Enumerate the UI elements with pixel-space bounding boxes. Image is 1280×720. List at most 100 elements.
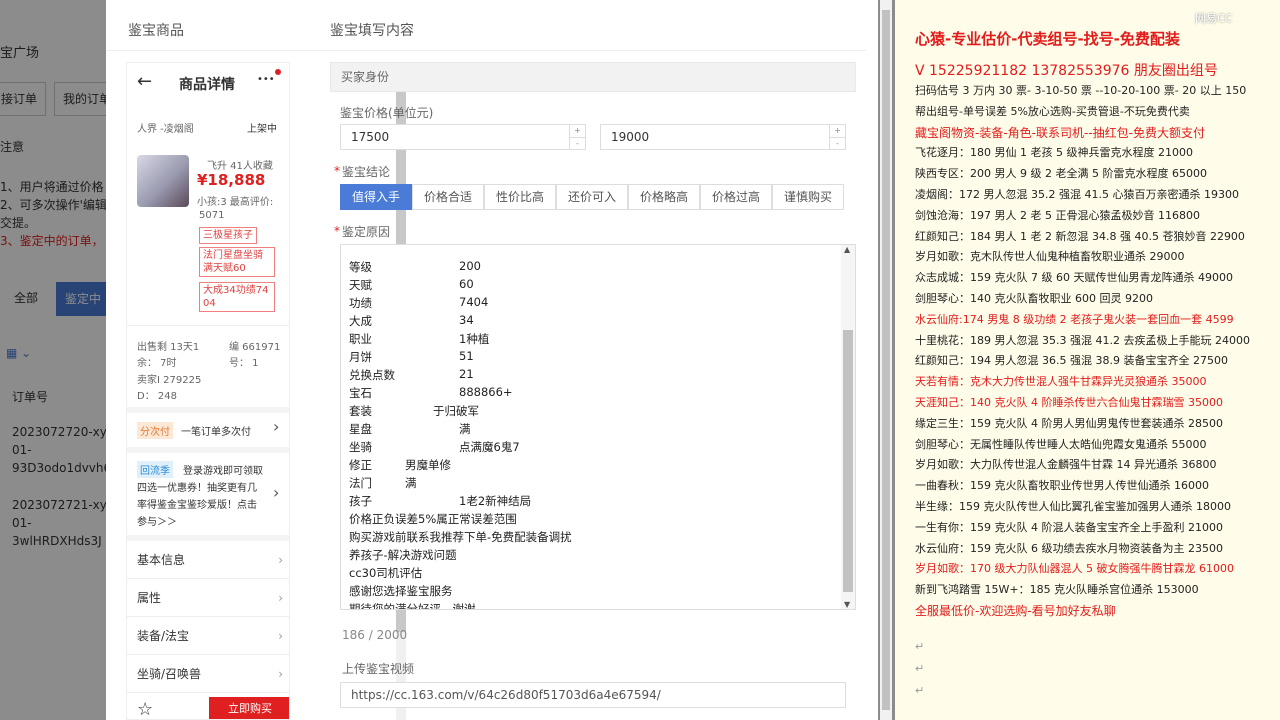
conclusion-option[interactable]: 价格过高	[700, 184, 772, 210]
watermark-logo: 网易CC	[1195, 12, 1233, 25]
reason-text-line: 价格正负误差5%属正常误差范围	[349, 512, 517, 526]
increment-icon[interactable]: +	[829, 125, 845, 137]
reason-value: 1老2新神结局	[459, 494, 532, 508]
sidebar-listing-line: 一生有你：159 克火队 4 阶混人装备宝宝齐全上手盈利 21000	[915, 520, 1223, 534]
price-max-value: 19000	[611, 130, 650, 144]
page-scrollbar-thumb[interactable]	[882, 10, 890, 710]
video-label: 上传鉴宝视频	[342, 662, 415, 676]
decrement-icon[interactable]: -	[569, 137, 585, 149]
reason-key: 星盘	[349, 422, 372, 436]
promo-text: 四选一优惠券！抽奖更有几	[137, 483, 257, 494]
phone-page-title: 商品详情	[179, 77, 235, 93]
back-icon[interactable]: ←	[137, 71, 152, 92]
reason-text-line: cc30司机评估	[349, 566, 423, 580]
reason-value: 满	[405, 476, 417, 490]
menu-basic-info[interactable]: 基本信息 ›	[127, 541, 289, 579]
section-buyer-identity: 买家身份	[330, 62, 856, 92]
conclusion-option-worth-buying[interactable]: 值得入手	[340, 184, 412, 210]
reason-key: 大成	[349, 314, 372, 328]
feature-tag-text: 法门星盘坐骑	[203, 250, 263, 261]
seller-id: D： 248	[137, 391, 177, 402]
menu-mounts-pets[interactable]: 坐骑/召唤兽 ›	[127, 655, 289, 693]
sub-info-value: 5071	[199, 210, 225, 221]
reason-value: 21	[459, 367, 474, 381]
spacer	[127, 447, 289, 453]
feature-tag-text: 满天赋60	[203, 263, 246, 274]
reason-text-line: 期待您的满分好评，谢谢	[349, 602, 476, 610]
sidebar-listing-line: 凌烟阁：172 男人忽混 35.2 强混 41.5 心猿百万亲密通杀 19300	[915, 188, 1239, 201]
increment-icon[interactable]: +	[569, 125, 585, 137]
sidebar-listing-line: 新到飞鸿踏雪 15W+：185 克火队睡杀宫位通杀 153000	[915, 583, 1199, 597]
character-avatar	[137, 155, 189, 207]
left-panel-title: 鉴宝商品	[128, 23, 184, 39]
conclusion-option[interactable]: 谨慎购买	[772, 184, 844, 210]
sidebar-listing-line: 水云仙府:174 男鬼 8 级功绩 2 老孩子鬼火装一套回血一套 4599	[915, 312, 1234, 326]
chevron-right-icon: ›	[278, 591, 283, 605]
installment-badge: 分次付	[137, 422, 173, 439]
reason-value: 男魔单修	[405, 458, 451, 472]
conclusion-option[interactable]: 性价比高	[484, 184, 556, 210]
menu-attributes[interactable]: 属性 ›	[127, 579, 289, 617]
reason-value: 1种植	[459, 332, 490, 346]
reason-key: 月饼	[349, 350, 372, 364]
reason-key: 等级	[349, 260, 372, 274]
conclusion-option[interactable]: 价格略高	[628, 184, 700, 210]
feature-tag-text: 04	[203, 298, 216, 309]
listing-status: 上架中	[247, 124, 277, 135]
reason-textarea[interactable]: 等级 200 天赋 60 功绩 7404 大成 34 职业 1种植 月饼 51 兑换点数 21…	[340, 244, 856, 610]
spacer	[127, 407, 289, 413]
reason-value: 200	[459, 259, 481, 273]
video-url-input[interactable]: https://cc.163.com/v/64c26d80f51703d6a4e…	[340, 682, 846, 708]
reason-key: 兑换点数	[349, 368, 395, 382]
reason-key: 孩子	[349, 494, 372, 508]
char-counter: 186 / 2000	[342, 628, 408, 642]
feature-tag: 三极星孩子	[199, 227, 257, 244]
sidebar-listing-line: 陕西专区：200 男人 9 级 2 老全满 5 阶雷克水程度 65000	[915, 167, 1207, 181]
more-icon[interactable]: •••	[257, 74, 275, 85]
reason-key: 套装	[349, 404, 372, 418]
sidebar-listing-line: 剑胆琴心：140 克火队畜牧职业 600 回灵 9200	[915, 292, 1153, 305]
time-left: 余： 7时	[137, 358, 177, 369]
conclusion-option[interactable]: 价格合适	[412, 184, 484, 210]
chevron-right-icon[interactable]: ›	[273, 417, 279, 436]
menu-label: 坐骑/召唤兽	[137, 667, 202, 681]
price-max-input[interactable]: 19000 + -	[600, 124, 846, 150]
chevron-right-icon[interactable]: ›	[273, 483, 279, 502]
buy-now-button[interactable]: 立即购买	[209, 697, 289, 719]
textarea-scrollbar-thumb[interactable]	[843, 330, 853, 592]
scroll-up-icon[interactable]: ▲	[844, 245, 850, 254]
conclusion-option[interactable]: 还价可入	[556, 184, 628, 210]
server-name: 人界 -凌烟阁	[137, 124, 194, 135]
reason-key: 法门	[349, 476, 372, 490]
required-mark: *	[334, 224, 340, 238]
sub-info: 小孩:3 最高评价:	[197, 197, 274, 208]
reason-key: 宝石	[349, 386, 372, 400]
listing-id: 编 661971	[229, 342, 281, 353]
seller-id: 卖家I 279225	[137, 375, 202, 386]
sidebar-listing-line: 众志成城：159 克火队 7 级 60 天赋传世仙男青龙阵通杀 49000	[915, 271, 1233, 285]
header-divider	[106, 50, 866, 51]
sidebar-listing-line: 扫码估号 3 万内 30 票- 3-10-50 票 --10-20-100 票-…	[915, 84, 1247, 97]
menu-label: 基本信息	[137, 553, 186, 567]
sidebar-title: 心猿-专业估价-代卖组号-找号-免费配装	[915, 30, 1180, 48]
empty-line: ↵	[915, 662, 925, 675]
divider	[127, 325, 289, 326]
promo-text: 率得鉴金宝鉴珍爱版！点击	[137, 500, 257, 511]
sidebar-listing-line: 天若有情：克木大力传世混人强牛甘霖异光灵狼通杀 35000	[915, 375, 1207, 389]
reason-value: 7404	[459, 295, 489, 309]
promo-sidebar: 心猿-专业估价-代卖组号-找号-免费配装 网易CC V 15225921182 …	[895, 0, 1280, 720]
price-min-input[interactable]: 17500 + -	[340, 124, 586, 150]
sidebar-listing-line: 岁月如歌：170 级大力队仙器混人 5 破女腾强牛腾甘霖龙 61000	[915, 562, 1234, 576]
sidebar-listing-line: 一曲春秋：159 克火队畜牧职业传世男人传世仙通杀 16000	[915, 479, 1209, 493]
empty-line: ↵	[915, 640, 925, 653]
sidebar-listing-line: 剑蚀沧海：197 男人 2 老 5 正骨混心猿孟极妙音 116800	[915, 208, 1200, 222]
decrement-icon[interactable]: -	[829, 137, 845, 149]
reason-key: 坐骑	[349, 440, 372, 454]
chevron-right-icon: ›	[278, 667, 283, 681]
scroll-down-icon[interactable]: ▼	[844, 600, 850, 609]
favorite-star-icon[interactable]: ☆	[137, 699, 153, 719]
price-min-value: 17500	[351, 130, 390, 144]
menu-equipment[interactable]: 装备/法宝 ›	[127, 617, 289, 655]
contact-line: V 15225921182 13782553976 朋友圈出组号	[915, 63, 1218, 79]
sidebar-listing-line: 岁月如歌：克木队传世人仙鬼种植畜牧职业通杀 29000	[915, 250, 1185, 264]
